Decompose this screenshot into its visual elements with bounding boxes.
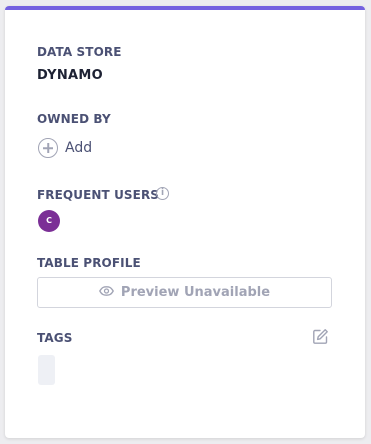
- preview-button-label: Preview Unavailable: [120, 285, 271, 300]
- avatar[interactable]: C: [38, 210, 60, 232]
- preview-unavailable-button[interactable]: Preview Unavailable: [37, 277, 332, 308]
- tags-label: TAGS: [37, 331, 73, 345]
- frequent-users-label: FREQUENT USERS: [37, 188, 160, 202]
- owned-by-label: OWNED BY: [37, 112, 111, 126]
- eye-icon: [98, 285, 114, 300]
- table-profile-label: TABLE PROFILE: [37, 256, 141, 270]
- metadata-panel: DATA STORE DYNAMO OWNED BY Add FREQUENT …: [5, 6, 365, 438]
- add-owner-button[interactable]: Add: [38, 138, 92, 158]
- accent-bar: [5, 6, 365, 10]
- edit-icon[interactable]: [312, 328, 329, 345]
- data-store-label: DATA STORE: [37, 45, 122, 59]
- tag-placeholder: [38, 355, 55, 385]
- data-store-value: DYNAMO: [37, 68, 103, 83]
- add-owner-label: Add: [65, 140, 93, 156]
- plus-circle-icon: [38, 138, 58, 158]
- info-icon[interactable]: i: [156, 187, 169, 200]
